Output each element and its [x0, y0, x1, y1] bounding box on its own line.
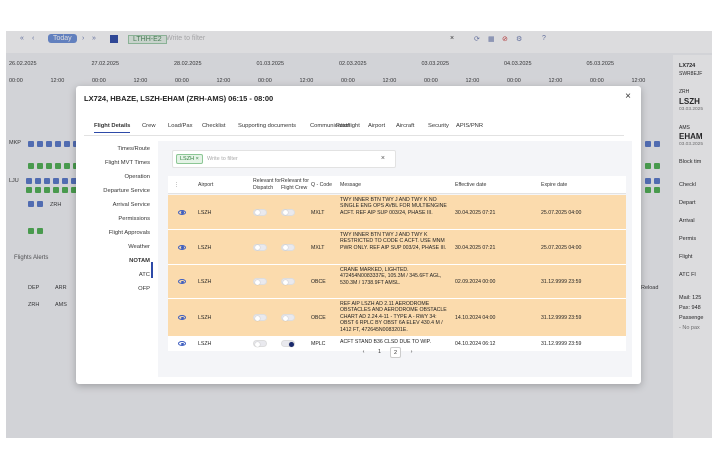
- dispatch-toggle[interactable]: [253, 278, 267, 285]
- tab-aircraft[interactable]: Aircraft: [396, 123, 414, 129]
- eye-icon[interactable]: [178, 209, 186, 215]
- side-item-flight-mvt-times[interactable]: Flight MVT Times: [105, 160, 150, 166]
- dispatch-toggle[interactable]: [253, 208, 267, 216]
- effective-date-cell: 04.10.2024 06:12: [455, 341, 496, 347]
- message-cell: TWY INNER BTN TWY J AND TWY K NO SINGLE …: [340, 197, 447, 216]
- message-cell: CRANE MARKED, LIGHTED. 472454N0083337E, …: [340, 267, 442, 286]
- table-header: ⋮ Airport Relevant for Dispatch Relevant…: [168, 176, 626, 194]
- tab-security[interactable]: Security: [428, 123, 449, 129]
- effective-date-cell: 30.04.2025 07:21: [455, 209, 496, 216]
- crew-toggle[interactable]: [281, 208, 295, 216]
- side-item-departure-service[interactable]: Departure Service: [103, 188, 150, 194]
- side-item-ofp[interactable]: OFP: [138, 286, 150, 292]
- close-icon[interactable]: ×: [625, 91, 631, 102]
- qcode-cell: OBCE: [311, 279, 326, 285]
- column-dispatch[interactable]: Relevant for Dispatch: [253, 178, 283, 191]
- airport-cell: LSZH: [198, 315, 212, 321]
- tab-flight-details[interactable]: Flight Details: [94, 123, 131, 133]
- qcode-cell: MXLT: [311, 244, 325, 251]
- message-cell: TWY INNER BTN TWY J AND TWY K RESTRICTED…: [340, 232, 447, 251]
- expire-date-cell: 31.12.9999 23:59: [541, 341, 582, 347]
- table-row[interactable]: LSZH MXLT TWY INNER BTN TWY J AND TWY K NO…: [168, 195, 626, 230]
- crew-toggle[interactable]: [281, 340, 295, 347]
- expire-date-cell: 25.07.2025 04:00: [541, 209, 582, 216]
- table-row[interactable]: LSZH OBCE CRANE MARKED, LIGHTED. 472454N00…: [168, 265, 626, 299]
- side-item-atc[interactable]: ATC: [139, 272, 150, 278]
- side-item-permissions[interactable]: Permissions: [118, 216, 150, 222]
- side-item-weather[interactable]: Weather: [128, 244, 150, 250]
- effective-date-cell: 14.10.2024 04:00: [455, 315, 496, 321]
- tab-airport[interactable]: Airport: [368, 123, 385, 129]
- eye-icon[interactable]: [178, 341, 186, 346]
- table-row[interactable]: LSZH OBCE REF AIP LSZH AD 2.11 AERODROME O…: [168, 299, 626, 337]
- column-effective[interactable]: Effective date: [455, 182, 486, 188]
- eye-icon[interactable]: [178, 315, 186, 320]
- dispatch-toggle[interactable]: [253, 340, 267, 347]
- side-item-flight-approvals[interactable]: Flight Approvals: [109, 230, 150, 236]
- dispatch-toggle[interactable]: [253, 243, 267, 251]
- expire-date-cell: 31.12.9999 23:59: [541, 279, 582, 285]
- effective-date-cell: 30.04.2025 07:21: [455, 244, 496, 251]
- column-airport[interactable]: Airport: [198, 182, 213, 188]
- side-item-operation[interactable]: Operation: [125, 174, 150, 180]
- crew-toggle[interactable]: [281, 243, 295, 251]
- message-cell: ACFT STAND B36 CLSD DUE TO WIP.: [340, 339, 431, 345]
- select-all-icon[interactable]: ⋮: [174, 182, 179, 188]
- tab-crew[interactable]: Crew: [142, 123, 156, 129]
- airport-cell: LSZH: [198, 341, 212, 347]
- tab-apis-pnr[interactable]: APIS/PNR: [456, 123, 483, 129]
- side-item-notam[interactable]: NOTAM: [129, 258, 150, 264]
- expire-date-cell: 25.07.2025 04:00: [541, 244, 582, 251]
- side-item-times-route[interactable]: Times/Route: [117, 146, 150, 152]
- flight-details-modal: LX724, HBAZE, LSZH-EHAM (ZRH-AMS) 06:15 …: [76, 86, 641, 384]
- airport-cell: LSZH: [198, 244, 212, 251]
- column-expire[interactable]: Expire date: [541, 182, 567, 188]
- next-page[interactable]: ›: [406, 347, 417, 358]
- notam-table: ⋮ Airport Relevant for Dispatch Relevant…: [168, 176, 626, 351]
- side-item-arrival-service[interactable]: Arrival Service: [113, 202, 150, 208]
- prev-page[interactable]: ‹: [358, 347, 369, 358]
- eye-icon[interactable]: [178, 244, 186, 250]
- effective-date-cell: 02.09.2024 00:00: [455, 279, 496, 285]
- filter-tag[interactable]: LSZH ×: [176, 154, 203, 164]
- dispatch-toggle[interactable]: [253, 314, 267, 321]
- qcode-cell: MXLT: [311, 209, 325, 216]
- qcode-cell: OBCE: [311, 315, 326, 321]
- table-row[interactable]: LSZH MXLT TWY INNER BTN TWY J AND TWY K RE…: [168, 230, 626, 265]
- airport-cell: LSZH: [198, 209, 212, 216]
- modal-tabs: Flight Details Crew Load/Pax Checklist Suppo…: [84, 118, 624, 136]
- page-1[interactable]: 1: [374, 347, 385, 358]
- modal-title: LX724, HBAZE, LSZH-EHAM (ZRH-AMS) 06:15 …: [84, 94, 274, 103]
- active-indicator: [151, 262, 153, 278]
- crew-toggle[interactable]: [281, 278, 295, 285]
- tab-load-pax[interactable]: Load/Pax: [168, 123, 193, 129]
- expire-date-cell: 31.12.9999 23:59: [541, 315, 582, 321]
- crew-toggle[interactable]: [281, 314, 295, 321]
- page-2[interactable]: 2: [390, 347, 401, 358]
- tab-supporting-documents[interactable]: Supporting documents: [238, 123, 296, 129]
- eye-icon[interactable]: [178, 279, 186, 284]
- filter-input[interactable]: Write to filter: [207, 156, 238, 162]
- qcode-cell: MPLC: [311, 341, 326, 347]
- notam-content: LSZH × Write to filter × ⋮ Airport Relev…: [158, 141, 632, 377]
- column-crew[interactable]: Relevant for Flight Crew: [281, 178, 313, 191]
- tab-checklist[interactable]: Checklist: [202, 123, 226, 129]
- tab-postflight[interactable]: Postflight: [336, 123, 360, 129]
- airport-cell: LSZH: [198, 279, 212, 285]
- filter-box[interactable]: LSZH × Write to filter ×: [172, 150, 396, 168]
- message-cell: REF AIP LSZH AD 2.11 AERODROME OBSTACLES…: [340, 301, 447, 333]
- column-message[interactable]: Message: [340, 182, 361, 188]
- column-qcode[interactable]: Q - Code: [311, 182, 332, 188]
- clear-filter-icon[interactable]: ×: [381, 155, 385, 162]
